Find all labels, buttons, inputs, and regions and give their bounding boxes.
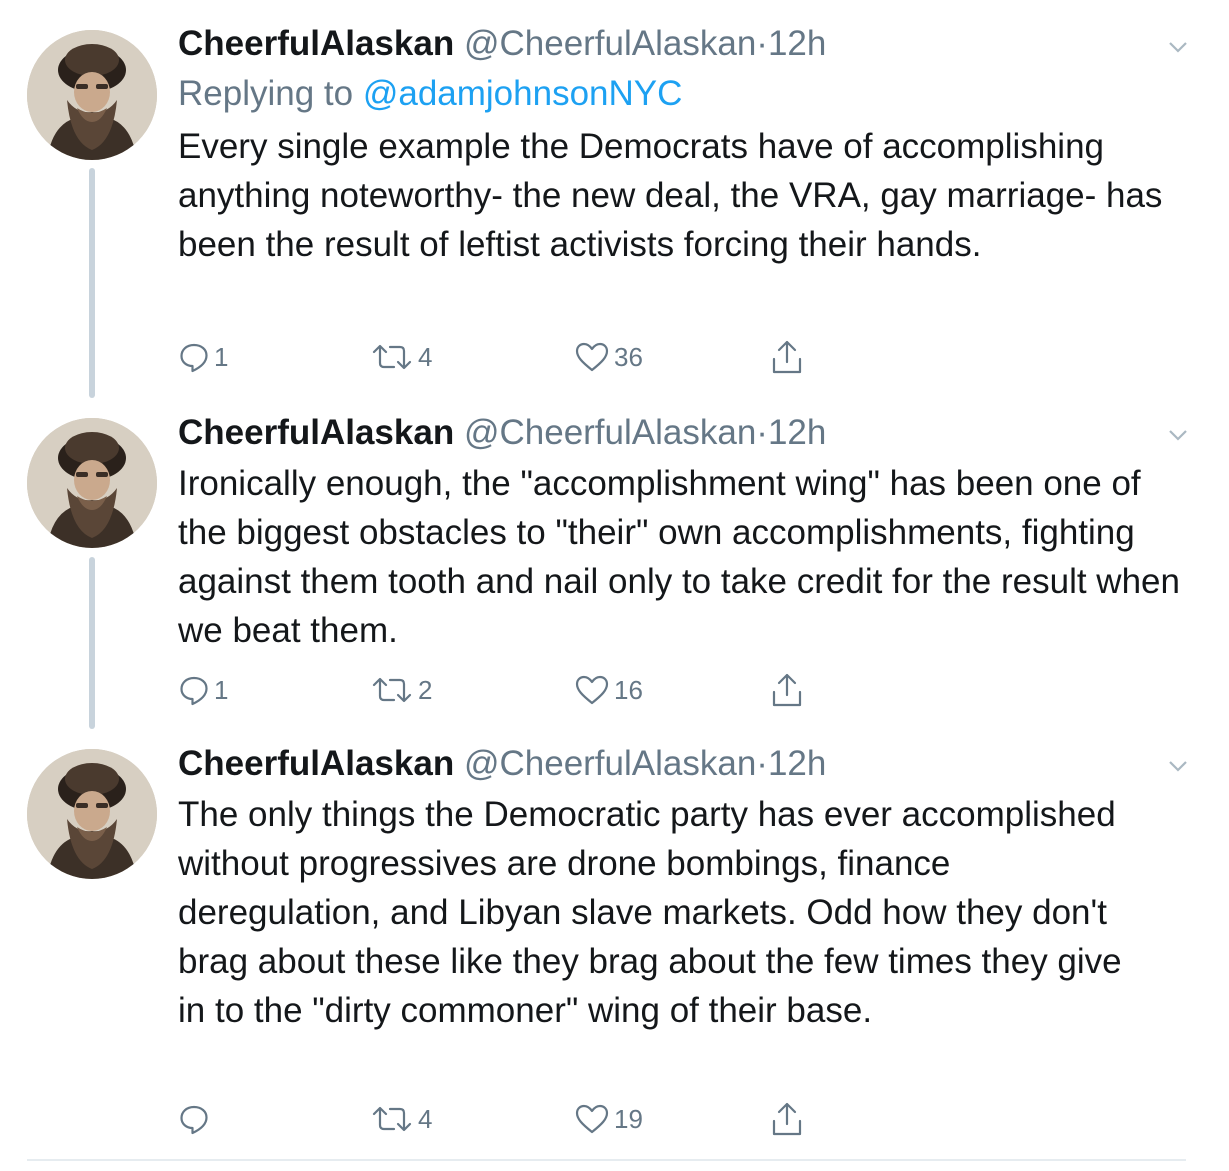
mention-link[interactable]: @adamjohnsonNYC <box>363 74 683 113</box>
user-handle[interactable]: @CheerfulAlaskan <box>464 413 756 452</box>
tweet-text: Every single example the Democrats have … <box>178 127 1163 264</box>
timestamp[interactable]: 12h <box>768 744 826 783</box>
separator-dot: · <box>756 744 768 783</box>
avatar-image <box>27 749 157 879</box>
share-button[interactable] <box>771 1099 803 1139</box>
tweet-actions: 1 2 16 <box>178 670 878 710</box>
display-name[interactable]: CheerfulAlaskan <box>178 413 454 452</box>
divider <box>27 1159 1186 1161</box>
reply-button[interactable]: 1 <box>178 670 228 710</box>
replying-prefix: Replying to <box>178 74 363 113</box>
timestamp[interactable]: 12h <box>768 413 826 452</box>
reply-button[interactable]: 1 <box>178 337 228 377</box>
user-handle[interactable]: @CheerfulAlaskan <box>464 24 756 63</box>
retweet-count: 2 <box>418 674 433 705</box>
user-handle[interactable]: @CheerfulAlaskan <box>464 744 756 783</box>
like-count: 36 <box>614 341 643 372</box>
like-count: 19 <box>614 1103 643 1134</box>
like-button[interactable]: 36 <box>574 337 643 377</box>
display-name[interactable]: CheerfulAlaskan <box>178 24 454 63</box>
tweet-header: CheerfulAlaskan @CheerfulAlaskan·12h <box>178 744 1188 788</box>
separator-dot: · <box>756 24 768 63</box>
retweet-count: 4 <box>418 1103 433 1134</box>
share-button[interactable] <box>771 670 803 710</box>
tweet-header: CheerfulAlaskan @CheerfulAlaskan·12h <box>178 413 1188 457</box>
avatar-image <box>27 418 157 548</box>
tweet-text: Ironically enough, the "accomplishment w… <box>178 464 1180 650</box>
tweet-text: The only things the Democratic party has… <box>178 795 1122 1030</box>
timestamp[interactable]: 12h <box>768 24 826 63</box>
share-icon <box>772 340 802 374</box>
thread-line <box>89 168 95 398</box>
reply-icon <box>180 1105 208 1135</box>
avatar[interactable] <box>27 30 157 160</box>
thread-line <box>89 557 95 729</box>
reply-button[interactable] <box>178 1099 214 1139</box>
tweet-header: CheerfulAlaskan @CheerfulAlaskan·12h <box>178 24 1188 68</box>
avatar-image <box>27 30 157 160</box>
retweet-button[interactable]: 4 <box>370 1099 432 1139</box>
reply-icon <box>180 676 208 706</box>
retweet-count: 4 <box>418 341 433 372</box>
heart-icon <box>575 675 609 705</box>
separator-dot: · <box>756 413 768 452</box>
retweet-icon <box>372 677 412 703</box>
retweet-icon <box>372 344 412 370</box>
reply-icon <box>180 343 208 373</box>
like-button[interactable]: 16 <box>574 670 643 710</box>
share-button[interactable] <box>771 337 803 377</box>
tweet-actions: 4 19 <box>178 1099 878 1139</box>
heart-icon <box>575 342 609 372</box>
share-icon <box>772 1102 802 1136</box>
display-name[interactable]: CheerfulAlaskan <box>178 744 454 783</box>
retweet-icon <box>372 1106 412 1132</box>
avatar[interactable] <box>27 749 157 879</box>
avatar[interactable] <box>27 418 157 548</box>
reply-count: 1 <box>214 674 229 705</box>
share-icon <box>772 673 802 707</box>
like-count: 16 <box>614 674 643 705</box>
retweet-button[interactable]: 2 <box>370 670 432 710</box>
retweet-button[interactable]: 4 <box>370 337 432 377</box>
replying-to: Replying to @adamjohnsonNYC <box>178 74 1188 120</box>
tweet-actions: 1 4 36 <box>178 337 878 377</box>
like-button[interactable]: 19 <box>574 1099 643 1139</box>
heart-icon <box>575 1104 609 1134</box>
reply-count: 1 <box>214 341 229 372</box>
